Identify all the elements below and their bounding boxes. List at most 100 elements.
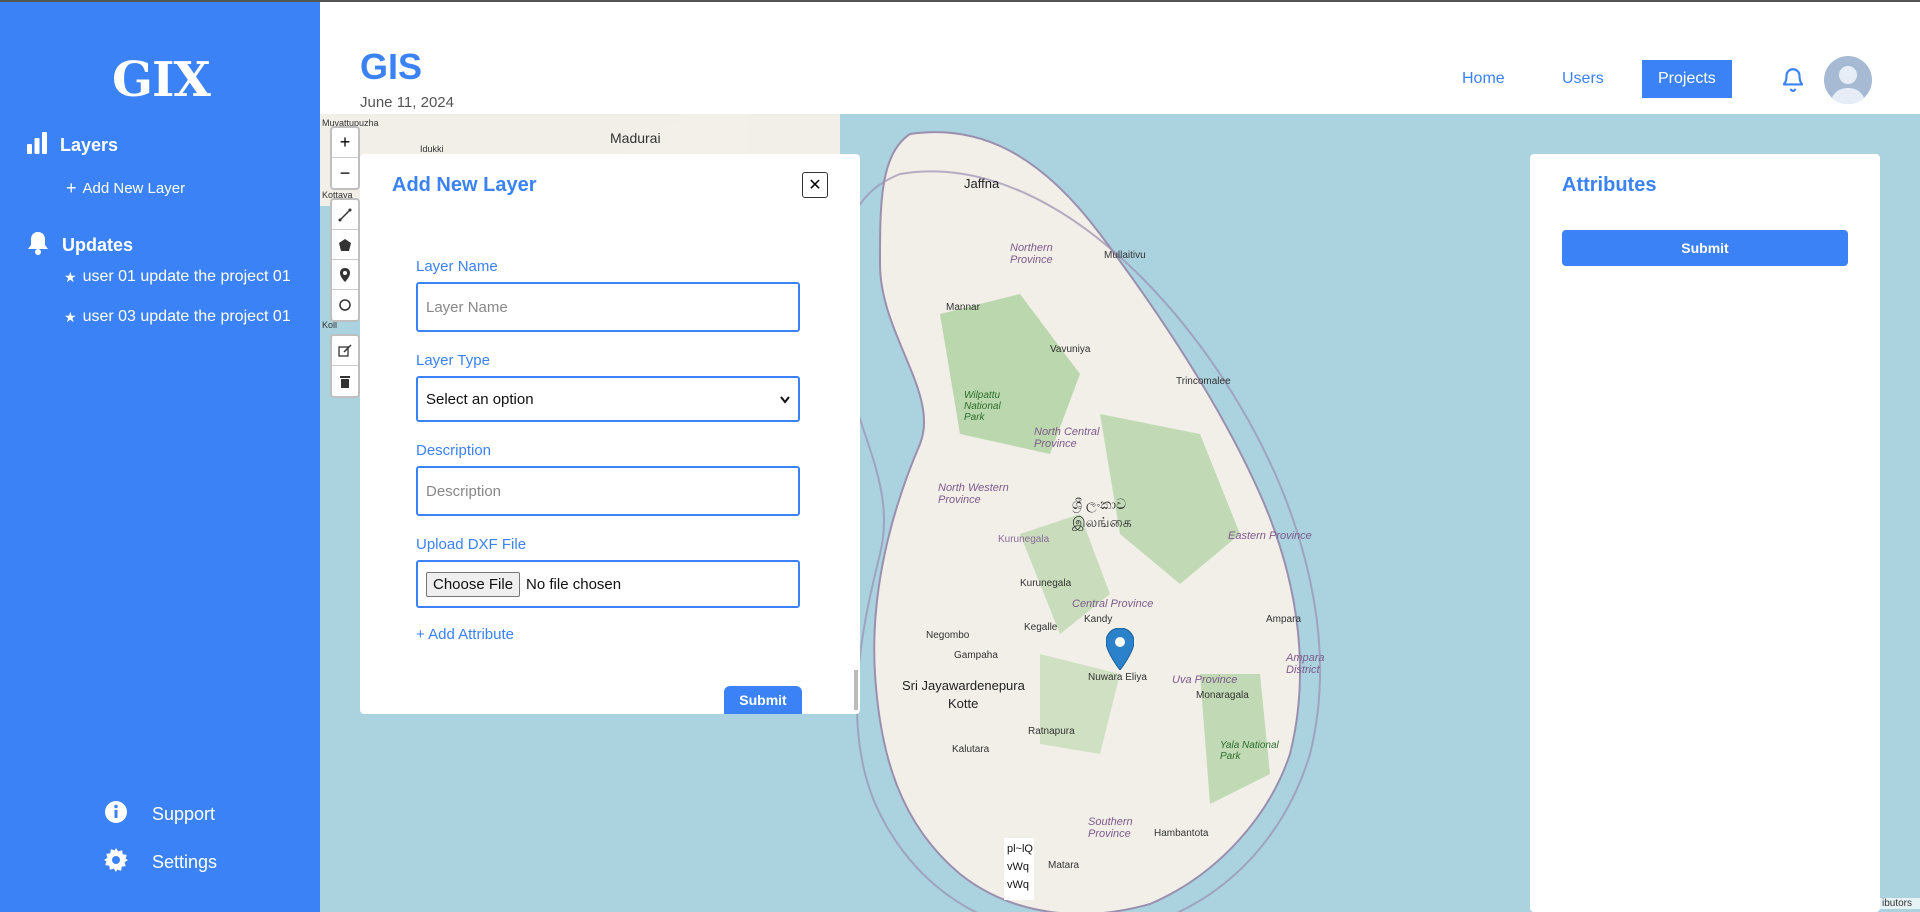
- settings-link[interactable]: Settings: [104, 848, 217, 877]
- attributes-submit-button[interactable]: Submit: [1562, 230, 1848, 266]
- map-label: North Western Province: [938, 482, 1009, 506]
- update-item[interactable]: ★ user 01 update the project 01: [64, 268, 291, 286]
- gear-icon: [104, 848, 128, 877]
- no-file-text: No file chosen: [526, 575, 622, 593]
- map-label: Jaffna: [964, 176, 1000, 191]
- map-label: Matara: [1048, 860, 1080, 871]
- map-label: இலங்கை: [1072, 514, 1132, 530]
- map-label: Southern Province: [1088, 816, 1133, 840]
- bell-icon: [26, 230, 50, 261]
- attributes-title: Attributes: [1562, 174, 1657, 196]
- delete-layers-icon[interactable]: [332, 366, 358, 396]
- zoom-in-button[interactable]: +: [332, 128, 358, 158]
- star-icon: ★: [64, 308, 77, 325]
- description-input[interactable]: Description: [416, 466, 800, 516]
- artifact-line: vWq: [1007, 861, 1029, 873]
- map-label: Ampara District: [1286, 652, 1325, 676]
- star-icon: ★: [64, 268, 77, 285]
- description-label: Description: [416, 442, 492, 459]
- modal-submit-button[interactable]: Submit: [724, 686, 802, 714]
- add-new-layer-label: Add New Layer: [82, 180, 186, 197]
- update-item[interactable]: ★ user 03 update the project 01: [64, 308, 291, 326]
- map-label: North Central Province: [1034, 426, 1100, 450]
- map-label: Ampara: [1266, 614, 1302, 625]
- draw-circle-icon[interactable]: [332, 290, 358, 320]
- sidebar-item-updates[interactable]: Updates: [26, 230, 133, 261]
- nav-users[interactable]: Users: [1546, 60, 1620, 98]
- edit-toolbar: [330, 334, 360, 398]
- draw-polygon-icon[interactable]: [332, 230, 358, 260]
- draw-toolbar: [330, 198, 360, 322]
- artifact-line: vWq: [1007, 879, 1029, 891]
- user-avatar[interactable]: [1824, 56, 1872, 104]
- add-layer-modal: Add New Layer ✕ Layer Name Layer Name La…: [360, 154, 860, 714]
- draw-polyline-icon[interactable]: [332, 200, 358, 230]
- map-label: Kalutara: [952, 744, 990, 755]
- layer-name-input[interactable]: Layer Name: [416, 282, 800, 332]
- choose-file-button[interactable]: Choose File: [426, 571, 521, 597]
- support-label: Support: [152, 804, 216, 824]
- map-label: Central Province: [1072, 598, 1154, 610]
- modal-title: Add New Layer: [392, 174, 537, 196]
- layer-name-label: Layer Name: [416, 258, 498, 275]
- dxf-file-input[interactable]: Choose File No file chosen: [416, 560, 800, 608]
- map-label: Trincomalee: [1176, 376, 1231, 387]
- map-label: Uva Province: [1172, 674, 1238, 686]
- page-date: June 11, 2024: [360, 94, 454, 111]
- zoom-control: + −: [330, 126, 360, 190]
- map-label: Wilpattu National Park: [964, 390, 1001, 423]
- map-label: Vavuniya: [1050, 344, 1091, 355]
- layer-name-placeholder: Layer Name: [426, 298, 508, 316]
- sidebar-item-label: Layers: [60, 135, 119, 155]
- window-top-border: [0, 0, 1920, 2]
- settings-label: Settings: [152, 852, 218, 872]
- nav-projects[interactable]: Projects: [1642, 60, 1732, 98]
- sidebar: GIX Layers + Add New Layer Updates ★ use…: [0, 0, 320, 912]
- map-label: Monaragala: [1196, 690, 1249, 701]
- map-tooltip-artifact: pl~lQ vWq vWq: [1004, 838, 1034, 900]
- map-label: Kegalle: [1024, 622, 1058, 633]
- draw-marker-icon[interactable]: [332, 260, 358, 290]
- description-placeholder: Description: [426, 482, 502, 500]
- bar-chart-icon: [26, 132, 48, 159]
- zoom-out-button[interactable]: −: [332, 158, 358, 188]
- layer-type-value: Select an option: [426, 390, 534, 408]
- close-icon[interactable]: ✕: [802, 172, 828, 198]
- map-label: Mannar: [946, 302, 980, 313]
- artifact-line: pl~lQ: [1007, 843, 1033, 855]
- sidebar-item-layers[interactable]: Layers: [26, 132, 118, 159]
- notification-bell-icon[interactable]: [1780, 66, 1806, 97]
- add-attribute-button[interactable]: + Add Attribute: [416, 626, 514, 643]
- layer-type-label: Layer Type: [416, 352, 490, 369]
- sidebar-item-label: Updates: [62, 235, 134, 255]
- map-label: Ratnapura: [1028, 726, 1075, 737]
- map-label: Kandy: [1084, 614, 1113, 625]
- upload-dxf-label: Upload DXF File: [416, 536, 527, 553]
- map-label: Kurunegala: [998, 534, 1050, 545]
- update-text: user 03 update the project 01: [82, 308, 291, 325]
- location-marker-icon[interactable]: [1105, 627, 1135, 675]
- map-label: Hambantota: [1154, 828, 1209, 839]
- map-label: Northern Province: [1010, 242, 1053, 266]
- layer-type-select[interactable]: Select an option: [416, 376, 800, 422]
- info-icon: [104, 800, 128, 829]
- nav-home[interactable]: Home: [1446, 60, 1521, 98]
- update-text: user 01 update the project 01: [82, 268, 291, 285]
- map-attribution[interactable]: ibutors: [1880, 898, 1920, 909]
- map-label: Sri Jayawardenepura: [902, 678, 1025, 693]
- map-label: Idukki: [420, 144, 444, 154]
- modal-scrollbar[interactable]: [854, 670, 858, 710]
- map-label: Eastern Province: [1228, 530, 1312, 542]
- chevron-down-icon: [780, 391, 790, 408]
- map-label: Negombo: [926, 630, 970, 641]
- top-header: GIS June 11, 2024 Home Users Projects: [320, 2, 1920, 114]
- map-label: Mullaitivu: [1104, 250, 1146, 261]
- map-label: Kotte: [948, 696, 979, 711]
- support-link[interactable]: Support: [104, 800, 215, 829]
- map-label: Madurai: [610, 130, 661, 146]
- map-label: ශ්‍රී ලංකාව: [1072, 496, 1127, 512]
- app-logo[interactable]: GIX: [112, 52, 211, 108]
- map-label: Yala National Park: [1220, 740, 1279, 762]
- edit-layers-icon[interactable]: [332, 336, 358, 366]
- add-new-layer-link[interactable]: + Add New Layer: [66, 178, 185, 199]
